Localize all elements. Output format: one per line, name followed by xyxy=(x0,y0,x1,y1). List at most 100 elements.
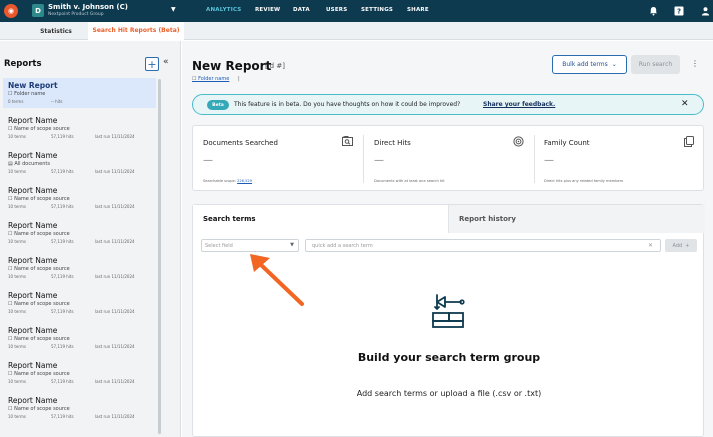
report-terms: 10 terms xyxy=(8,274,26,279)
folder-link[interactable]: ☐ Folder name xyxy=(192,76,229,82)
clear-icon[interactable]: ✕ xyxy=(648,242,653,249)
folder-icon: ☐ xyxy=(8,91,13,97)
report-list-item[interactable]: Report Name ☐ Name of scope source 10 te… xyxy=(3,113,156,143)
report-hits: 57,119 hits xyxy=(51,379,74,384)
run-search-button[interactable]: Run search xyxy=(631,55,680,74)
report-list-item[interactable]: Report Name ▤ All documents 10 terms 57,… xyxy=(3,148,156,178)
stat-caption: Documents with at least one search hit xyxy=(374,179,445,183)
svg-text:?: ? xyxy=(677,8,681,16)
search-terms-card: Search terms Report history Select field… xyxy=(192,204,705,437)
brand-logo-icon[interactable]: ◉ xyxy=(4,4,18,18)
folder-icon: ☐ xyxy=(192,76,197,82)
nav-analytics[interactable]: ANALYTICS xyxy=(206,7,241,13)
bell-icon[interactable] xyxy=(646,4,660,18)
report-title: Report Name xyxy=(8,151,58,160)
stat-value: — xyxy=(203,155,213,166)
report-hits: 57,119 hits xyxy=(51,274,74,279)
tab-statistics[interactable]: Statistics xyxy=(24,22,88,40)
report-list-item[interactable]: Report Name ☐ Name of scope source 10 te… xyxy=(3,253,156,283)
report-hits: -- hits xyxy=(51,99,63,104)
sidebar-scrollbar[interactable] xyxy=(158,79,161,434)
stat-title: Documents Searched xyxy=(203,139,278,147)
add-report-button[interactable]: + xyxy=(145,57,159,71)
report-scope-label: Name of scope source xyxy=(14,266,70,272)
search-term-input[interactable]: quick add a search term ✕ xyxy=(305,239,661,252)
help-icon[interactable]: ? xyxy=(672,4,686,18)
case-name[interactable]: Smith v. Johnson (C) xyxy=(48,3,128,11)
page-title[interactable]: New Report xyxy=(192,59,271,73)
report-terms: 10 terms xyxy=(8,344,26,349)
user-icon[interactable] xyxy=(698,4,712,18)
report-hits: 57,119 hits xyxy=(51,169,74,174)
stat-documents-searched: Documents Searched — Searchable scope: 2… xyxy=(203,126,353,192)
report-terms: 10 terms xyxy=(8,134,26,139)
report-list-item[interactable]: Report Name ☐ Name of scope source 10 te… xyxy=(3,358,156,388)
share-feedback-link[interactable]: Share your feedback. xyxy=(483,101,555,108)
bulk-add-terms-button[interactable]: Bulk add terms ⌄ xyxy=(552,55,627,74)
report-scope-label: All documents xyxy=(14,161,50,167)
documents-icon: ▤ xyxy=(8,161,13,167)
report-terms: 10 terms xyxy=(8,239,26,244)
report-scope: ☐ Name of scope source xyxy=(8,336,70,342)
report-scope-label: Name of scope source xyxy=(14,231,70,237)
report-main-panel: New Report [id #] ☐ Folder name | Bulk a… xyxy=(182,41,713,437)
report-scope-label: Name of scope source xyxy=(14,406,70,412)
report-scope: ☐ Name of scope source xyxy=(8,126,70,132)
stats-card: Documents Searched — Searchable scope: 2… xyxy=(192,125,704,191)
report-last-run: last run 11/11/2024 xyxy=(95,414,135,419)
stat-title: Family Count xyxy=(544,139,590,147)
plus-icon: + xyxy=(147,57,157,71)
report-scope-label: Name of scope source xyxy=(14,336,70,342)
sub-tabs: Statistics Search Hit Reports (Beta) xyxy=(0,22,713,40)
terms-tabs: Search terms Report history xyxy=(193,205,705,233)
report-list-item[interactable]: Report Name ☐ Name of scope source 10 te… xyxy=(3,218,156,248)
caret-down-icon: ▼ xyxy=(290,242,294,248)
bulk-add-label: Bulk add terms xyxy=(562,61,608,68)
tab-search-hit-reports[interactable]: Search Hit Reports (Beta) xyxy=(88,22,184,40)
folder-icon: ☐ xyxy=(8,196,13,202)
add-term-button[interactable]: Add + xyxy=(665,239,697,252)
folder-icon: ☐ xyxy=(8,336,13,342)
searchable-scope-link[interactable]: 226,529 xyxy=(237,179,252,183)
report-list-item[interactable]: Report Name ☐ Name of scope source 10 te… xyxy=(3,288,156,318)
report-last-run: last run 11/11/2024 xyxy=(95,274,135,279)
folder-icon: ☐ xyxy=(8,126,13,132)
more-options-icon[interactable]: ⋮ xyxy=(691,59,699,68)
report-last-run: last run 11/11/2024 xyxy=(95,134,135,139)
nav-share[interactable]: SHARE xyxy=(407,7,429,13)
double-chevron-left-icon[interactable]: « xyxy=(163,57,169,67)
report-list-item[interactable]: New Report ☐ Folder name 0 terms -- hits xyxy=(3,78,156,108)
close-icon[interactable]: ✕ xyxy=(681,99,689,109)
folder-icon: ☐ xyxy=(8,406,13,412)
stat-family-count: Family Count — Direct hits plus any rela… xyxy=(544,126,694,192)
report-title: Report Name xyxy=(8,186,58,195)
tab-search-terms[interactable]: Search terms xyxy=(193,205,449,233)
nav-users[interactable]: USERS xyxy=(326,7,347,13)
report-hits: 57,119 hits xyxy=(51,239,74,244)
report-list-item[interactable]: Report Name ☐ Name of scope source 10 te… xyxy=(3,323,156,353)
add-label: Add xyxy=(672,242,683,249)
stat-divider xyxy=(534,135,535,183)
report-id: [id #] xyxy=(265,62,285,70)
report-scope: ☐ Name of scope source xyxy=(8,371,70,377)
search-term-placeholder: quick add a search term xyxy=(312,242,373,249)
chevron-down-icon[interactable]: ▼ xyxy=(171,6,176,13)
nav-data[interactable]: DATA xyxy=(293,7,310,13)
folder-icon: ☐ xyxy=(8,231,13,237)
stat-value: — xyxy=(544,155,554,166)
nav-settings[interactable]: SETTINGS xyxy=(361,7,393,13)
report-title: New Report xyxy=(8,81,58,90)
folder-icon: ☐ xyxy=(8,371,13,377)
report-terms: 10 terms xyxy=(8,309,26,314)
report-scope-label: Folder name xyxy=(14,91,46,97)
report-list-item[interactable]: Report Name ☐ Name of scope source 10 te… xyxy=(3,393,156,423)
tab-report-history[interactable]: Report history xyxy=(449,205,705,233)
report-hits: 57,119 hits xyxy=(51,134,74,139)
chevron-down-icon: ⌄ xyxy=(611,61,617,68)
report-title: Report Name xyxy=(8,256,58,265)
report-list-item[interactable]: Report Name ☐ Name of scope source 10 te… xyxy=(3,183,156,213)
nav-review[interactable]: REVIEW xyxy=(255,7,280,13)
target-icon xyxy=(513,136,524,150)
case-group: Nextpoint Product Group xyxy=(48,12,104,17)
plus-icon: + xyxy=(685,242,690,249)
